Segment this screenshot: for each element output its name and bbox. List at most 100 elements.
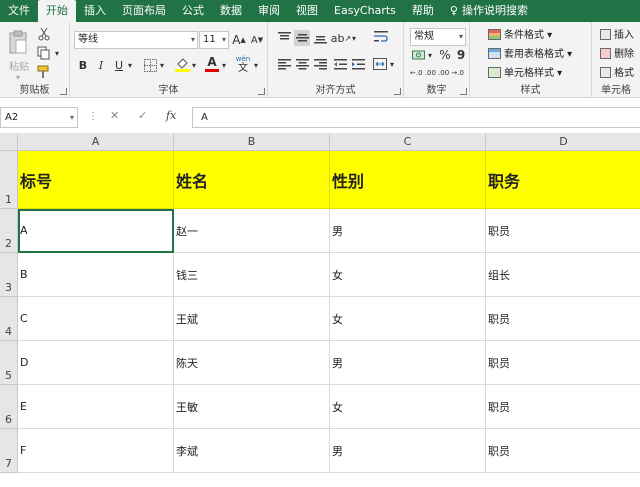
table-cell[interactable]: 陈天 bbox=[174, 341, 330, 385]
merge-center-icon[interactable] bbox=[372, 56, 388, 72]
column-header-a[interactable]: A bbox=[18, 133, 174, 151]
table-cell[interactable]: D bbox=[18, 341, 174, 385]
table-cell-selected[interactable]: A bbox=[18, 209, 174, 253]
row-header-1[interactable]: 1 bbox=[0, 151, 18, 209]
fill-color-icon[interactable] bbox=[174, 55, 190, 73]
tab-formulas[interactable]: 公式 bbox=[174, 0, 212, 22]
font-launcher-icon[interactable] bbox=[258, 88, 265, 95]
increase-indent-icon[interactable] bbox=[350, 56, 366, 72]
accounting-dropdown-icon[interactable]: ▾ bbox=[426, 48, 434, 62]
table-cell[interactable]: C bbox=[18, 297, 174, 341]
decrease-indent-icon[interactable] bbox=[332, 56, 348, 72]
decrease-decimal-button[interactable]: .00 →.0 bbox=[438, 66, 464, 80]
row-header-4[interactable]: 4 bbox=[0, 297, 18, 341]
confirm-entry-icon[interactable]: ✓ bbox=[138, 109, 147, 122]
shrink-font-button[interactable]: A ▼ bbox=[249, 31, 265, 49]
table-cell[interactable]: 职员 bbox=[486, 385, 640, 429]
row-header-2[interactable]: 2 bbox=[0, 209, 18, 253]
table-cell[interactable]: B bbox=[18, 253, 174, 297]
row-header-5[interactable]: 5 bbox=[0, 341, 18, 385]
table-cell[interactable]: 职员 bbox=[486, 341, 640, 385]
table-cell[interactable]: 李斌 bbox=[174, 429, 330, 473]
tab-page-layout[interactable]: 页面布局 bbox=[114, 0, 174, 22]
paste-button[interactable] bbox=[6, 28, 30, 58]
orientation-dropdown-icon[interactable]: ▾ bbox=[350, 30, 358, 46]
comma-style-button[interactable]: 9 bbox=[454, 48, 468, 62]
wrap-text-icon[interactable] bbox=[372, 28, 390, 46]
orientation-icon[interactable]: ab ↗ bbox=[331, 30, 351, 46]
select-all-button[interactable] bbox=[0, 133, 18, 151]
italic-button[interactable]: I bbox=[94, 57, 108, 73]
format-cells-button[interactable]: 格式 bbox=[600, 66, 634, 82]
underline-button[interactable]: U bbox=[112, 57, 126, 73]
align-center-icon[interactable] bbox=[294, 56, 310, 72]
cancel-entry-icon[interactable]: ✕ bbox=[110, 109, 119, 122]
align-left-icon[interactable] bbox=[276, 56, 292, 72]
accounting-format-icon[interactable] bbox=[410, 48, 426, 62]
table-cell[interactable]: 男 bbox=[330, 341, 486, 385]
tab-file[interactable]: 文件 bbox=[0, 0, 38, 22]
table-cell[interactable]: F bbox=[18, 429, 174, 473]
tab-view[interactable]: 视图 bbox=[288, 0, 326, 22]
alignment-launcher-icon[interactable] bbox=[394, 88, 401, 95]
phonetic-dropdown-icon[interactable]: ▾ bbox=[252, 57, 260, 73]
column-header-b[interactable]: B bbox=[174, 133, 330, 151]
header-cell[interactable]: 职务 bbox=[486, 151, 640, 209]
align-right-icon[interactable] bbox=[312, 56, 328, 72]
phonetic-guide-icon[interactable]: wén 文 bbox=[234, 54, 252, 74]
align-top-icon[interactable] bbox=[276, 30, 292, 46]
cut-icon[interactable] bbox=[36, 26, 52, 42]
tab-insert[interactable]: 插入 bbox=[76, 0, 114, 22]
font-size-select[interactable]: 11 ▾ bbox=[199, 31, 229, 49]
grow-font-button[interactable]: A ▲ bbox=[231, 31, 247, 49]
insert-cells-button[interactable]: 插入 bbox=[600, 28, 634, 44]
table-cell[interactable]: 女 bbox=[330, 297, 486, 341]
tab-home[interactable]: 开始 bbox=[38, 0, 76, 22]
table-cell[interactable]: 王敏 bbox=[174, 385, 330, 429]
table-cell[interactable]: 赵一 bbox=[174, 209, 330, 253]
tell-me-search[interactable]: ♀ 操作说明搜索 bbox=[442, 0, 536, 22]
number-format-select[interactable]: 常规 ▾ bbox=[410, 28, 466, 46]
delete-cells-button[interactable]: 删除 bbox=[600, 47, 634, 63]
column-header-d[interactable]: D bbox=[486, 133, 640, 151]
format-as-table-button[interactable]: 套用表格格式 ▾ bbox=[488, 47, 572, 63]
tab-data[interactable]: 数据 bbox=[212, 0, 250, 22]
align-bottom-icon[interactable] bbox=[312, 30, 328, 46]
table-cell[interactable]: E bbox=[18, 385, 174, 429]
tab-easycharts[interactable]: EasyCharts bbox=[326, 0, 404, 22]
merge-dropdown-icon[interactable]: ▾ bbox=[388, 56, 396, 72]
borders-icon[interactable] bbox=[142, 57, 158, 73]
fill-color-dropdown-icon[interactable]: ▾ bbox=[190, 57, 198, 73]
tab-help[interactable]: 帮助 bbox=[404, 0, 442, 22]
align-middle-icon[interactable] bbox=[294, 30, 310, 46]
row-header-7[interactable]: 7 bbox=[0, 429, 18, 473]
table-cell[interactable]: 女 bbox=[330, 253, 486, 297]
table-cell[interactable]: 男 bbox=[330, 209, 486, 253]
row-header-6[interactable]: 6 bbox=[0, 385, 18, 429]
cell-styles-button[interactable]: 单元格样式 ▾ bbox=[488, 66, 562, 82]
copy-icon[interactable] bbox=[36, 45, 52, 61]
name-box[interactable]: A2 ▾ bbox=[0, 107, 78, 128]
table-cell[interactable]: 女 bbox=[330, 385, 486, 429]
percent-style-button[interactable]: % bbox=[438, 48, 452, 62]
increase-decimal-button[interactable]: ←.0 .00 bbox=[410, 66, 436, 80]
table-cell[interactable]: 职员 bbox=[486, 209, 640, 253]
table-cell[interactable]: 职员 bbox=[486, 297, 640, 341]
table-cell[interactable]: 职员 bbox=[486, 429, 640, 473]
clipboard-launcher-icon[interactable] bbox=[60, 88, 67, 95]
font-color-icon[interactable]: A bbox=[204, 55, 220, 73]
header-cell[interactable]: 标号 bbox=[18, 151, 174, 209]
tab-review[interactable]: 审阅 bbox=[250, 0, 288, 22]
number-launcher-icon[interactable] bbox=[460, 88, 467, 95]
table-cell[interactable]: 组长 bbox=[486, 253, 640, 297]
insert-function-icon[interactable]: fx bbox=[166, 109, 176, 122]
table-cell[interactable]: 钱三 bbox=[174, 253, 330, 297]
table-cell[interactable]: 王斌 bbox=[174, 297, 330, 341]
conditional-formatting-button[interactable]: 条件格式 ▾ bbox=[488, 28, 552, 44]
column-header-c[interactable]: C bbox=[330, 133, 486, 151]
font-color-dropdown-icon[interactable]: ▾ bbox=[220, 57, 228, 73]
borders-dropdown-icon[interactable]: ▾ bbox=[158, 57, 166, 73]
format-painter-icon[interactable] bbox=[36, 64, 52, 80]
underline-dropdown-icon[interactable]: ▾ bbox=[126, 57, 134, 73]
bold-button[interactable]: B bbox=[76, 57, 90, 73]
